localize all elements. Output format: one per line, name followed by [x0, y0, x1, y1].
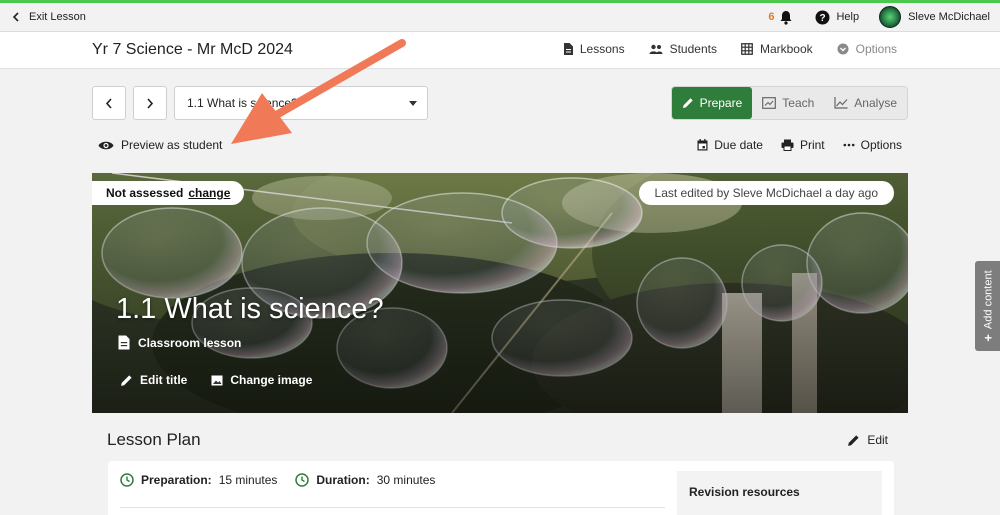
notification-count: 6	[768, 11, 775, 23]
chevron-left-icon	[105, 97, 112, 109]
duration-value: 30 minutes	[376, 473, 436, 487]
help-button[interactable]: ? Help	[815, 10, 859, 25]
document-icon	[563, 43, 573, 55]
previous-lesson-button[interactable]	[92, 86, 126, 120]
mode-prepare-button[interactable]: Prepare	[671, 87, 753, 119]
presentation-icon	[762, 97, 777, 109]
avatar	[879, 6, 902, 28]
course-nav: Lessons Students Markbook Options	[563, 42, 897, 56]
change-assessment-link[interactable]: change	[188, 186, 230, 200]
divider	[120, 507, 665, 508]
lesson-select[interactable]: 1.1 What is science?	[174, 86, 428, 120]
mode-analyse-button[interactable]: Analyse	[824, 87, 907, 119]
nav-students[interactable]: Students	[649, 42, 717, 56]
assessment-status: Not assessed	[106, 186, 184, 200]
clock-icon	[295, 473, 310, 487]
last-edited-pill: Last edited by Sleve McDichael a day ago	[638, 181, 894, 205]
chevron-down-circle-icon	[837, 43, 849, 55]
change-image-button[interactable]: Change image	[211, 373, 312, 387]
due-date-button[interactable]: Due date	[697, 138, 763, 152]
duration-label: Duration:	[316, 473, 370, 487]
top-bar: Exit Lesson 6 ? Help Sleve McDichael	[0, 3, 1000, 32]
eye-icon	[98, 141, 114, 149]
printer-icon	[781, 139, 794, 151]
pencil-icon	[848, 434, 859, 446]
revision-resources-title: Revision resources	[689, 485, 800, 499]
nav-markbook-label: Markbook	[759, 42, 813, 56]
preparation-time: Preparation: 15 minutes	[120, 473, 277, 487]
clock-icon	[120, 473, 134, 487]
exit-lesson-button[interactable]: Exit Lesson	[12, 11, 86, 23]
nav-lessons-label: Lessons	[579, 42, 625, 56]
nav-markbook[interactable]: Markbook	[741, 42, 813, 56]
preparation-value: 15 minutes	[218, 473, 278, 487]
lesson-plan-card: Preparation: 15 minutes Duration: 30 min…	[108, 461, 894, 515]
course-title: Yr 7 Science - Mr McD 2024	[92, 41, 293, 58]
nav-students-label: Students	[669, 42, 717, 56]
mode-analyse-label: Analyse	[854, 96, 897, 110]
svg-text:?: ?	[820, 13, 826, 24]
add-content-tab[interactable]: + Add content	[975, 261, 1000, 351]
nav-options-label: Options	[855, 42, 897, 56]
preparation-label: Preparation:	[141, 473, 212, 487]
user-menu[interactable]: Sleve McDichael	[879, 6, 990, 28]
pencil-icon	[682, 98, 693, 108]
change-image-label: Change image	[230, 373, 313, 387]
pencil-icon	[121, 374, 132, 386]
options-label: Options	[860, 138, 902, 152]
course-header: Yr 7 Science - Mr McD 2024 Lessons Stude…	[0, 32, 1000, 69]
more-horizontal-icon	[843, 143, 855, 147]
chevron-right-icon	[147, 97, 154, 109]
bell-icon[interactable]	[779, 10, 793, 25]
add-content-label: Add content	[981, 270, 994, 330]
duration-time: Duration: 30 minutes	[295, 473, 435, 487]
next-lesson-button[interactable]	[133, 86, 167, 120]
edit-title-label: Edit title	[140, 373, 188, 387]
user-name: Sleve McDichael	[908, 11, 990, 23]
nav-options[interactable]: Options	[837, 42, 897, 56]
people-icon	[649, 44, 663, 54]
edit-plan-label: Edit	[867, 433, 888, 447]
preview-as-student-button[interactable]: Preview as student	[98, 138, 222, 152]
lesson-select-value: 1.1 What is science?	[187, 96, 298, 110]
mode-teach-button[interactable]: Teach	[752, 87, 824, 119]
nav-lessons[interactable]: Lessons	[563, 42, 625, 56]
line-chart-icon	[834, 97, 848, 109]
print-button[interactable]: Print	[781, 138, 825, 152]
print-label: Print	[799, 138, 825, 152]
edit-plan-button[interactable]: Edit	[847, 433, 888, 447]
lesson-plan-header: Lesson Plan Edit	[92, 413, 908, 463]
lesson-type: Classroom lesson	[118, 335, 241, 350]
help-circle-icon: ?	[815, 10, 830, 24]
exit-lesson-label: Exit Lesson	[29, 11, 86, 23]
plus-icon: +	[980, 334, 995, 342]
lesson-type-label: Classroom lesson	[138, 335, 242, 350]
grid-icon	[741, 43, 753, 55]
lesson-actions: Preview as student Due date Print Option…	[92, 138, 908, 156]
chevron-down-icon	[409, 101, 417, 106]
help-label: Help	[836, 11, 860, 23]
lesson-hero-banner: Not assessed change Last edited by Sleve…	[92, 173, 908, 413]
mode-switcher: Prepare Teach Analyse	[670, 86, 908, 120]
calendar-icon	[697, 139, 708, 151]
lesson-controls: 1.1 What is science? Prepare Teach Analy…	[92, 86, 908, 120]
edit-title-button[interactable]: Edit title	[120, 373, 187, 387]
image-icon	[211, 375, 223, 385]
mode-prepare-label: Prepare	[699, 96, 743, 110]
revision-resources-panel: Revision resources	[677, 471, 882, 515]
due-date-label: Due date	[714, 138, 763, 152]
preview-label: Preview as student	[121, 138, 223, 152]
more-options-button[interactable]: Options	[843, 138, 902, 152]
lesson-title: 1.1 What is science?	[116, 293, 384, 325]
document-icon	[118, 335, 130, 350]
chevron-left-icon	[12, 12, 19, 22]
mode-teach-label: Teach	[782, 96, 815, 110]
assessment-status-pill: Not assessed change	[92, 181, 245, 205]
lesson-plan-title: Lesson Plan	[107, 430, 201, 449]
last-edited-text: Last edited by Sleve McDichael a day ago	[654, 186, 878, 200]
